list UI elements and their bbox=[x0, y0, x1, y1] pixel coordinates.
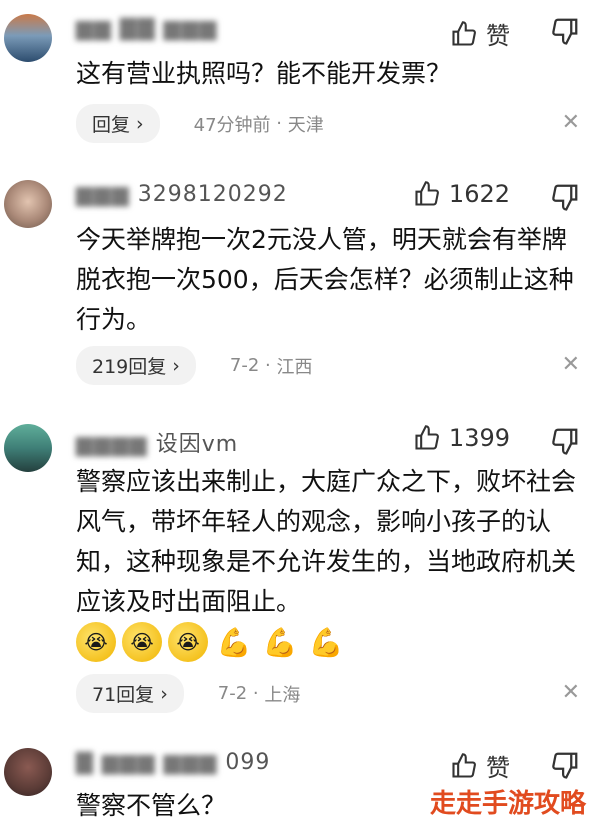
separator-dot: · bbox=[247, 683, 265, 704]
watermark: 走走手游攻略 bbox=[429, 789, 586, 819]
like-button[interactable]: 赞 bbox=[450, 16, 510, 51]
like-label: 赞 bbox=[486, 754, 510, 782]
username-redacted: ▆▆▆ bbox=[76, 182, 130, 207]
comment-time: 7-2 bbox=[217, 683, 248, 704]
separator-dot: · bbox=[259, 355, 277, 376]
comment-text: 警察应该出来制止，大庭广众之下，败坏社会风气，带坏年轻人的观念，影响小孩子的认知… bbox=[76, 467, 577, 616]
comment-time: 7-2 bbox=[229, 355, 260, 376]
separator-dot: · bbox=[270, 113, 288, 134]
avatar[interactable] bbox=[4, 14, 52, 62]
username-visible: 设因vm bbox=[155, 432, 239, 457]
crying-laughing-emoji-icon: 😭 bbox=[122, 622, 162, 662]
comment-list: ▆▆ ▇▇ ▆▆▆ 赞 这有营业执照吗？能不能开发票？ 回复 › 47分钟前 ·… bbox=[0, 0, 594, 826]
thumbs-up-icon bbox=[415, 425, 439, 450]
crying-laughing-emoji-icon: 😭 bbox=[76, 622, 116, 662]
thumbs-down-icon[interactable] bbox=[550, 426, 580, 456]
reply-button[interactable]: 回复 › bbox=[76, 104, 160, 143]
thumbs-down-icon[interactable] bbox=[550, 750, 580, 780]
comment-location: 天津 bbox=[287, 114, 324, 136]
comment-location: 江西 bbox=[276, 356, 313, 378]
username-redacted: ▆▆ ▇▇ ▆▆▆ bbox=[76, 16, 218, 41]
comment-time: 47分钟前 bbox=[193, 114, 271, 136]
like-label: 赞 bbox=[486, 22, 510, 50]
crying-laughing-emoji-icon: 😭 bbox=[168, 622, 208, 662]
username[interactable]: ▆▆▆▆ 设因vm bbox=[76, 426, 238, 458]
avatar[interactable] bbox=[4, 748, 52, 796]
username[interactable]: ▆▆ ▇▇ ▆▆▆ bbox=[76, 16, 217, 41]
username-redacted: ▇ ▆▆▆ ▆▆▆ bbox=[76, 750, 218, 775]
flexed-biceps-emoji-icon: 💪 bbox=[216, 625, 252, 659]
thumbs-down-icon[interactable] bbox=[550, 16, 580, 46]
comment-text: 这有营业执照吗？能不能开发票？ bbox=[76, 59, 452, 88]
thumbs-up-icon bbox=[415, 181, 439, 206]
close-icon[interactable]: ✕ bbox=[562, 352, 580, 377]
reply-button[interactable]: 219回复 › bbox=[76, 346, 196, 385]
like-count: 1399 bbox=[448, 424, 510, 452]
username-visible: 099 bbox=[225, 750, 271, 775]
chevron-right-icon: › bbox=[172, 354, 180, 377]
reply-button[interactable]: 71回复 › bbox=[76, 674, 184, 713]
close-icon[interactable]: ✕ bbox=[562, 110, 580, 135]
username-redacted: ▆▆▆▆ bbox=[76, 432, 148, 457]
comment-meta: 回复 › 47分钟前 · 天津 bbox=[76, 104, 324, 143]
avatar[interactable] bbox=[4, 424, 52, 472]
comment-location: 上海 bbox=[264, 684, 301, 706]
like-button[interactable]: 赞 bbox=[450, 748, 510, 783]
like-button[interactable]: 1622 bbox=[413, 180, 510, 208]
avatar[interactable] bbox=[4, 180, 52, 228]
like-count: 1622 bbox=[448, 180, 510, 208]
thumbs-down-icon[interactable] bbox=[550, 182, 580, 212]
flexed-biceps-emoji-icon: 💪 bbox=[262, 625, 298, 659]
comment-meta: 71回复 › 7-2 · 上海 bbox=[76, 674, 300, 713]
thumbs-up-icon bbox=[452, 752, 476, 778]
like-button[interactable]: 1399 bbox=[413, 424, 510, 452]
username[interactable]: ▇ ▆▆▆ ▆▆▆ 099 bbox=[76, 750, 270, 775]
comment-meta: 219回复 › 7-2 · 江西 bbox=[76, 346, 312, 385]
emoji-row: 😭 😭 😭 💪 💪 💪 bbox=[76, 622, 346, 662]
reply-label: 71回复 bbox=[92, 684, 155, 706]
thumbs-up-icon bbox=[452, 20, 476, 46]
comment-text: 今天举牌抱一次2元没人管，明天就会有举牌脱衣抱一次500，后天会怎样？必须制止这… bbox=[76, 225, 574, 334]
username-visible: 3298120292 bbox=[137, 182, 288, 207]
chevron-right-icon: › bbox=[136, 112, 144, 135]
chevron-right-icon: › bbox=[160, 682, 168, 705]
reply-label: 回复 bbox=[92, 114, 131, 136]
reply-label: 219回复 bbox=[92, 356, 167, 378]
username[interactable]: ▆▆▆ 3298120292 bbox=[76, 182, 288, 207]
close-icon[interactable]: ✕ bbox=[562, 680, 580, 705]
flexed-biceps-emoji-icon: 💪 bbox=[308, 625, 344, 659]
